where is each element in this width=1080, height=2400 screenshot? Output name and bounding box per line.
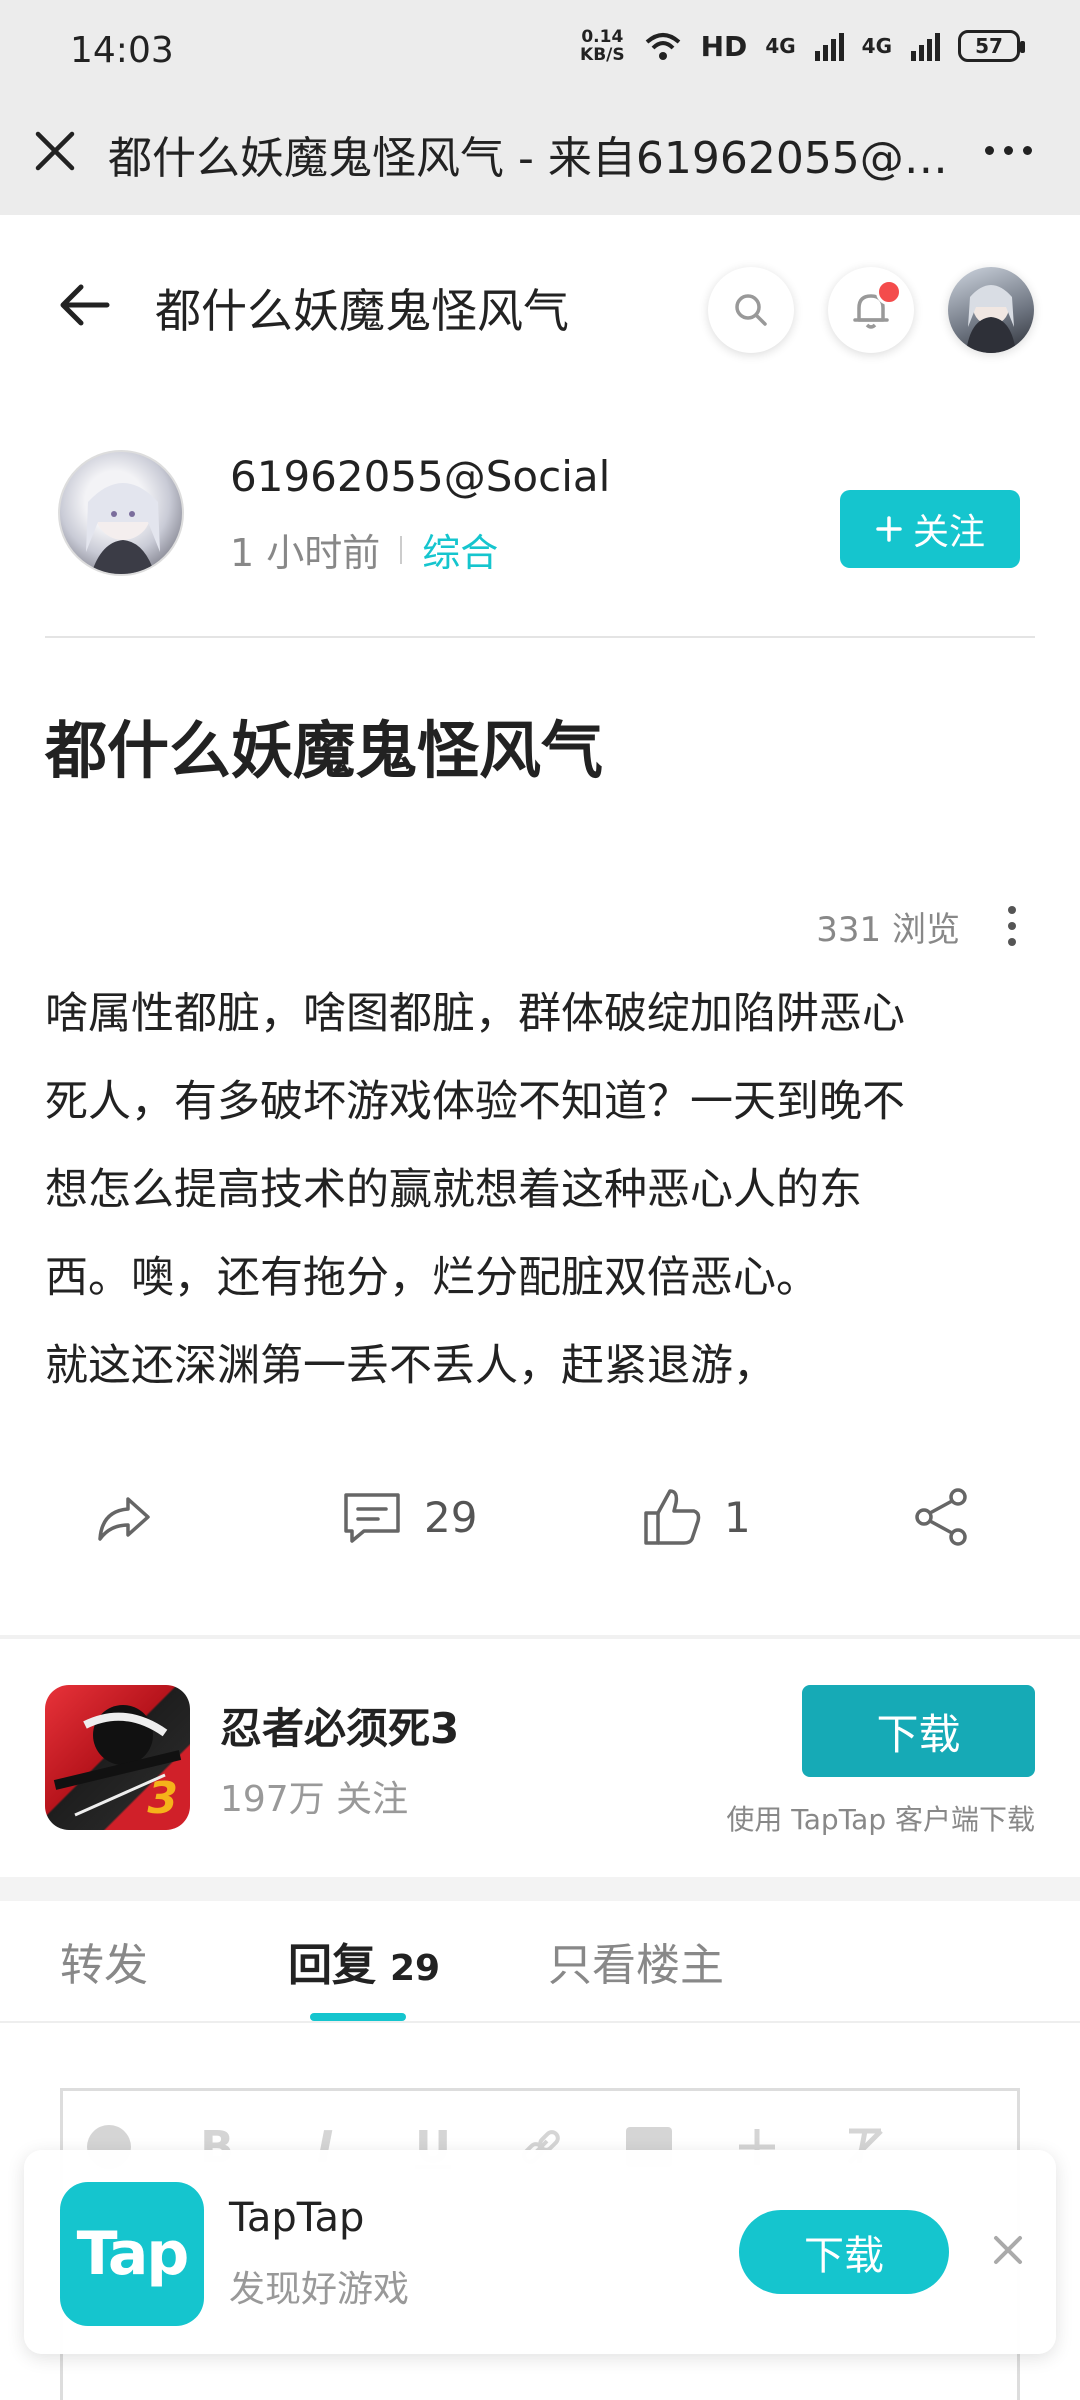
repost-button[interactable] xyxy=(92,1485,156,1549)
notification-dot xyxy=(876,279,902,305)
action-bar: 29 1 xyxy=(0,1475,1080,1565)
header-title: 都什么妖魔鬼怪风气 xyxy=(155,284,569,338)
app-header: 都什么妖魔鬼怪风气 xyxy=(0,215,1080,400)
author-name[interactable]: 61962055@Social xyxy=(230,452,610,501)
section-divider xyxy=(0,1635,1080,1639)
app-promo-banner[interactable]: Tap TapTap 发现好游戏 下载 xyxy=(24,2150,1056,2354)
download-hint: 使用 TapTap 客户端下载 xyxy=(726,1803,1035,1836)
share-icon xyxy=(915,1488,967,1546)
section-divider xyxy=(0,1877,1080,1901)
repost-icon xyxy=(98,1497,150,1541)
post-time: 1 小时前 xyxy=(230,531,381,575)
game-card[interactable]: 3 忍者必须死3 197万 关注 下载 使用 TapTap 客户端下载 xyxy=(0,1640,1080,1870)
post-line: 死人，有多破坏游戏体验不知道？一天到晚不 xyxy=(45,1077,905,1127)
status-time: 14:03 xyxy=(70,30,174,71)
signal-icon xyxy=(814,33,844,61)
search-icon xyxy=(735,294,767,326)
more-icon[interactable] xyxy=(978,130,1038,170)
author-avatar-image xyxy=(86,483,160,574)
network-speed: 0.14 KB/S xyxy=(580,27,625,65)
promo-app-name: TapTap xyxy=(229,2195,365,2241)
game-icon-number: 3 xyxy=(147,1773,178,1824)
meta-divider xyxy=(400,535,403,564)
game-name[interactable]: 忍者必须死3 xyxy=(220,1695,459,1756)
author-avatar[interactable] xyxy=(58,450,184,576)
tab-bar: 转发 回复 29 只看楼主 xyxy=(0,1901,1080,2023)
comment-icon xyxy=(344,1493,400,1543)
post-category[interactable]: 综合 xyxy=(422,522,498,577)
status-icons: 0.14 KB/S HD 4G 4G 57 xyxy=(580,27,1025,65)
view-count: 331 浏览 xyxy=(816,910,960,950)
promo-download-button[interactable]: 下载 xyxy=(739,2210,949,2294)
battery-icon: 57 xyxy=(958,30,1025,62)
taptap-logo: Tap xyxy=(60,2182,204,2326)
tab-replies[interactable]: 回复 29 xyxy=(288,1929,440,1993)
comment-button[interactable]: 29 xyxy=(340,1485,477,1549)
tab-reposts[interactable]: 转发 xyxy=(60,1929,148,1993)
like-count: 1 xyxy=(724,1492,751,1542)
game-icon[interactable]: 3 xyxy=(45,1685,190,1830)
avatar-image xyxy=(966,285,1016,353)
notification-button[interactable] xyxy=(828,267,914,353)
follow-label: 关注 xyxy=(912,512,985,553)
post-title: 都什么妖魔鬼怪风气 xyxy=(45,714,604,787)
signal-icon xyxy=(911,33,940,61)
author-row: 61962055@Social 1 小时前 综合 关注 xyxy=(0,430,1080,590)
close-icon[interactable] xyxy=(30,126,80,176)
browser-title: 都什么妖魔鬼怪风气 - 来自61962055@Social xyxy=(108,133,958,184)
reply-count: 29 xyxy=(390,1948,441,1989)
post-line: 就这还深渊第一丢不丢人，赶紧退游， xyxy=(45,1341,776,1391)
follow-button[interactable]: 关注 xyxy=(840,490,1020,568)
share-button[interactable] xyxy=(910,1485,974,1549)
network-type-1: 4G xyxy=(765,34,796,58)
wifi-icon xyxy=(645,33,680,60)
plus-icon xyxy=(876,516,902,542)
divider xyxy=(45,636,1035,638)
network-type-2: 4G xyxy=(861,34,892,58)
author-meta: 1 小时前 综合 xyxy=(230,522,498,577)
promo-subtitle: 发现好游戏 xyxy=(229,2269,410,2310)
post-body: 啥属性都脏，啥图都脏，群体破绽加陷阱恶心 死人，有多破坏游戏体验不知道？一天到晚… xyxy=(45,970,1035,1410)
post-more-icon[interactable] xyxy=(1006,906,1018,946)
browser-bar: 都什么妖魔鬼怪风气 - 来自61962055@Social xyxy=(0,100,1080,215)
post-line: 西。噢，还有拖分，烂分配脏双倍恶心。 xyxy=(45,1253,819,1303)
hd-label: HD xyxy=(700,29,748,63)
close-icon[interactable] xyxy=(986,2228,1030,2272)
active-tab-indicator xyxy=(310,2013,406,2021)
tab-author-only[interactable]: 只看楼主 xyxy=(548,1929,724,1993)
avatar[interactable] xyxy=(948,267,1034,353)
like-icon xyxy=(644,1489,701,1545)
status-bar: 14:03 0.14 KB/S HD 4G 4G 57 xyxy=(0,0,1080,100)
like-button[interactable]: 1 xyxy=(640,1485,751,1549)
back-arrow-icon[interactable] xyxy=(55,275,115,335)
game-followers: 197万 关注 xyxy=(220,1779,409,1820)
post-line: 想怎么提高技术的赢就想着这种恶心人的东 xyxy=(45,1165,862,1215)
search-button[interactable] xyxy=(708,267,794,353)
game-download-button[interactable]: 下载 xyxy=(802,1685,1035,1777)
comment-count: 29 xyxy=(424,1492,478,1542)
post-line: 啥属性都脏，啥图都脏，群体破绽加陷阱恶心 xyxy=(45,989,905,1039)
